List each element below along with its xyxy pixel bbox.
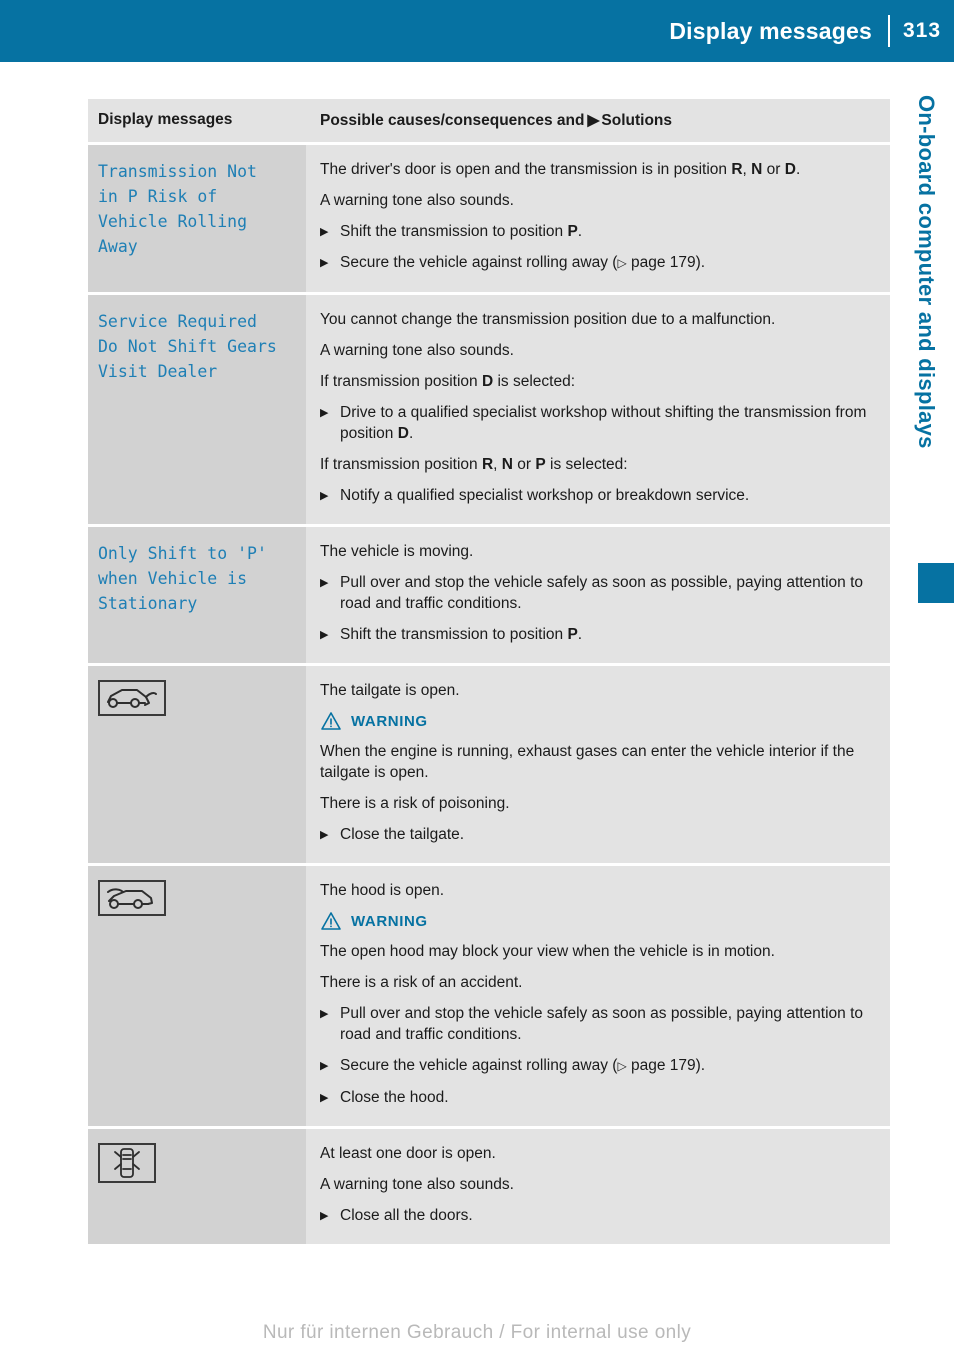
page-title: Display messages bbox=[669, 17, 872, 44]
table-cell-message bbox=[88, 664, 306, 866]
solution-paragraph: There is a risk of poisoning. bbox=[320, 795, 510, 812]
tailgate-open-icon bbox=[98, 680, 166, 716]
table-header-row: Display messages Possible causes/consequ… bbox=[88, 99, 890, 145]
table-row: Only Shift to 'P' when Vehicle is Statio… bbox=[88, 525, 890, 666]
solution-paragraph: A warning tone also sounds. bbox=[320, 192, 514, 209]
section-side-tab-label: On-board computer and displays bbox=[914, 95, 939, 449]
solution-step: Pull over and stop the vehicle safely as… bbox=[320, 1003, 872, 1045]
table-header-label-left: Display messages bbox=[98, 111, 233, 128]
warning-heading: WARNING bbox=[320, 911, 872, 931]
table-cell-solution: The vehicle is moving. Pull over and stop… bbox=[306, 525, 890, 666]
solution-step: Drive to a qualified specialist workshop… bbox=[320, 402, 872, 444]
display-messages-table: Display messages Possible causes/consequ… bbox=[88, 99, 890, 1247]
table-cell-message: Only Shift to 'P' when Vehicle is Statio… bbox=[88, 525, 306, 666]
table-body: Transmission Not in P Risk of Vehicle Ro… bbox=[88, 143, 890, 1247]
table-cell-message: Service Required Do Not Shift Gears Visi… bbox=[88, 293, 306, 527]
table-row: Transmission Not in P Risk of Vehicle Ro… bbox=[88, 143, 890, 295]
table-row: Service Required Do Not Shift Gears Visi… bbox=[88, 293, 890, 527]
warning-triangle-icon bbox=[321, 712, 341, 730]
warning-triangle-icon bbox=[321, 912, 341, 930]
table-row: At least one door is open. A warning tone… bbox=[88, 1127, 890, 1247]
table-cell-solution: The tailgate is open. WARNING When the e… bbox=[306, 664, 890, 866]
display-message-text: Transmission Not in P Risk of Vehicle Ro… bbox=[98, 162, 257, 256]
table-row: The hood is open. WARNING The open hood … bbox=[88, 864, 890, 1129]
table-cell-message bbox=[88, 864, 306, 1129]
solution-paragraph: If transmission position R, N or P is se… bbox=[320, 456, 628, 473]
solid-triangle-icon: ▶ bbox=[587, 112, 600, 129]
solution-paragraph: You cannot change the transmission posit… bbox=[320, 311, 776, 328]
solution-step: Secure the vehicle against rolling away … bbox=[320, 252, 872, 274]
table-header-label-right-before: Possible causes/consequences and bbox=[320, 112, 585, 129]
solution-paragraph: The tailgate is open. bbox=[320, 682, 460, 699]
solution-step: Pull over and stop the vehicle safely as… bbox=[320, 572, 872, 614]
table-cell-solution: At least one door is open. A warning tone… bbox=[306, 1127, 890, 1247]
hood-open-icon bbox=[98, 880, 166, 916]
table-header: Display messages Possible causes/consequ… bbox=[88, 99, 890, 145]
solution-step: Notify a qualified specialist workshop o… bbox=[320, 485, 872, 507]
section-side-tab: On-board computer and displays bbox=[906, 95, 946, 635]
table-cell-message: Transmission Not in P Risk of Vehicle Ro… bbox=[88, 143, 306, 295]
table-cell-solution: The hood is open. WARNING The open hood … bbox=[306, 864, 890, 1129]
solution-step: Secure the vehicle against rolling away … bbox=[320, 1055, 872, 1077]
footer-notice: Nur für internen Gebrauch / For internal… bbox=[262, 1322, 692, 1343]
solution-paragraph: When the engine is running, exhaust gase… bbox=[320, 743, 855, 781]
table-row: The tailgate is open. WARNING When the e… bbox=[88, 664, 890, 866]
display-message-text: Service Required Do Not Shift Gears Visi… bbox=[98, 312, 277, 381]
table-cell-solution: The driver's door is open and the transm… bbox=[306, 143, 890, 295]
table-cell-message bbox=[88, 1127, 306, 1247]
solution-paragraph: At least one door is open. bbox=[320, 1145, 496, 1162]
solution-paragraph: The hood is open. bbox=[320, 882, 445, 899]
table-header-cell-messages: Display messages bbox=[88, 99, 306, 145]
solution-step: Shift the transmission to position P. bbox=[320, 624, 872, 646]
solution-paragraph: A warning tone also sounds. bbox=[320, 342, 514, 359]
solution-paragraph: The driver's door is open and the transm… bbox=[320, 161, 801, 178]
solution-paragraph: The open hood may block your view when t… bbox=[320, 943, 775, 960]
section-side-marker bbox=[918, 563, 954, 603]
page-header: Display messages 313 bbox=[0, 0, 954, 62]
table-header-cell-solutions: Possible causes/consequences and ▶ Solutio… bbox=[306, 99, 890, 145]
solution-step: Close the tailgate. bbox=[320, 824, 872, 846]
page-number: 313 bbox=[902, 19, 942, 42]
display-message-text: Only Shift to 'P' when Vehicle is Statio… bbox=[98, 544, 267, 613]
table-cell-solution: You cannot change the transmission posit… bbox=[306, 293, 890, 527]
warning-label: WARNING bbox=[351, 712, 428, 730]
warning-heading: WARNING bbox=[320, 711, 872, 731]
solution-paragraph: If transmission position D is selected: bbox=[320, 373, 576, 390]
solution-step: Close all the doors. bbox=[320, 1205, 872, 1227]
solution-paragraph: There is a risk of an accident. bbox=[320, 974, 523, 991]
solution-step: Shift the transmission to position P. bbox=[320, 221, 872, 243]
solution-step: Close the hood. bbox=[320, 1087, 872, 1109]
solution-paragraph: The vehicle is moving. bbox=[320, 543, 474, 560]
solution-paragraph: A warning tone also sounds. bbox=[320, 1176, 514, 1193]
table-header-label-right-after: Solutions bbox=[601, 112, 673, 129]
table-header-label-right: Possible causes/consequences and ▶ Solutio… bbox=[320, 112, 672, 129]
door-open-icon bbox=[98, 1143, 156, 1183]
warning-label: WARNING bbox=[351, 912, 428, 930]
